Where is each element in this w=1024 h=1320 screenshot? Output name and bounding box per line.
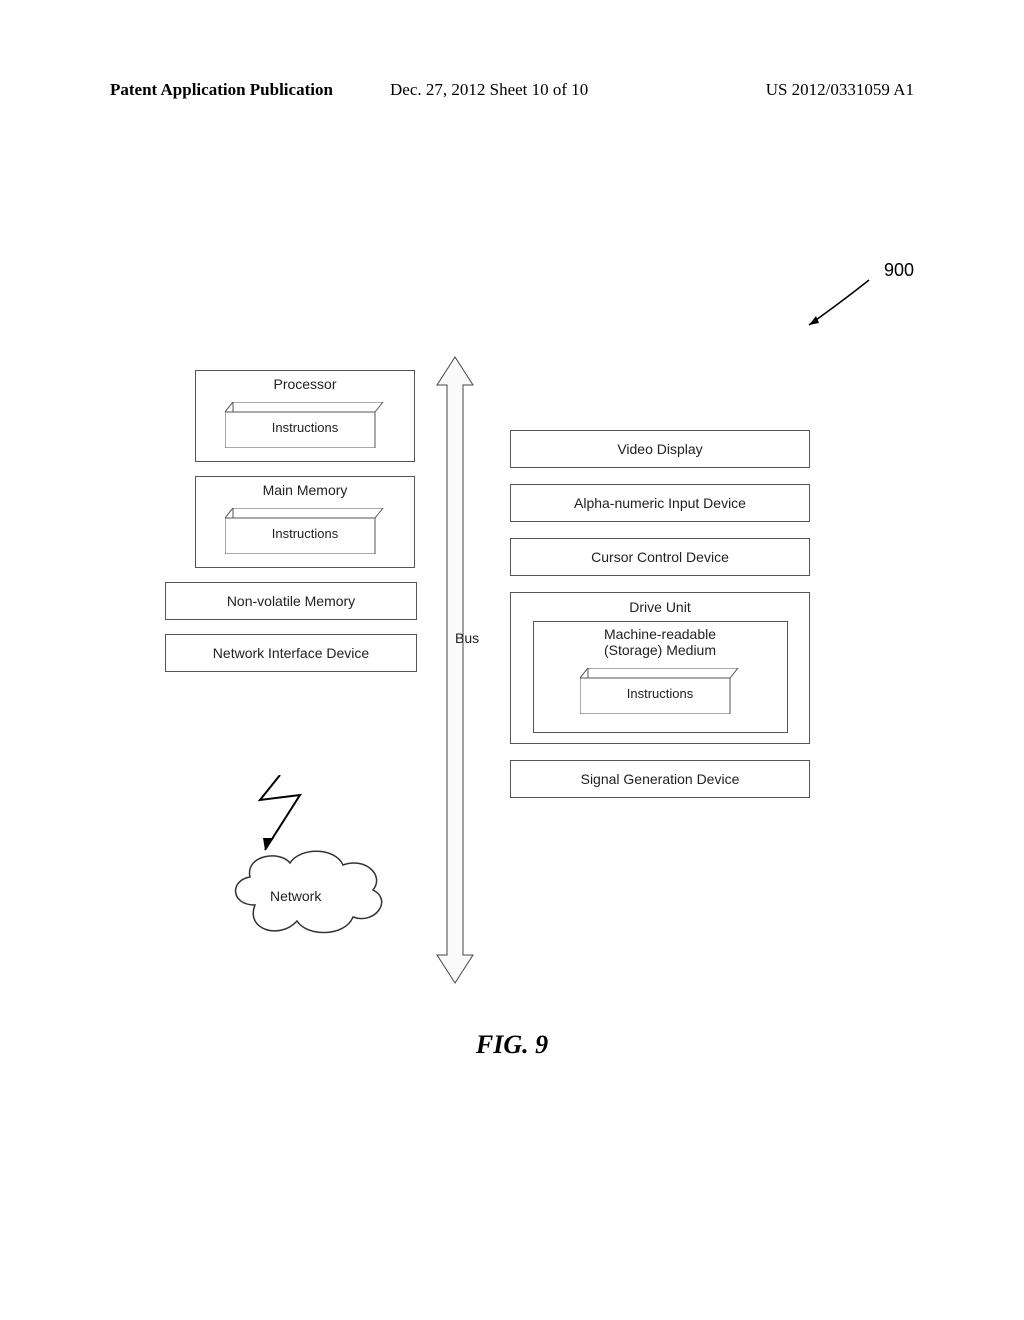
drive-unit-title: Drive Unit [517, 599, 803, 617]
processor-instr-label: Instructions [225, 420, 385, 435]
machine-readable-medium-box: Machine-readable (Storage) Medium Instru… [533, 621, 788, 733]
cursor-control-label: Cursor Control Device [591, 549, 729, 565]
header-left: Patent Application Publication [110, 80, 333, 100]
signal-gen-box: Signal Generation Device [510, 760, 810, 798]
left-column: Processor Instructions Main Memory Instr… [165, 370, 417, 672]
drive-instr-label: Instructions [580, 686, 740, 701]
memory-instructions-block: Instructions [225, 508, 385, 554]
drive-unit-box: Drive Unit Machine-readable (Storage) Me… [510, 592, 810, 744]
header-mid: Dec. 27, 2012 Sheet 10 of 10 [390, 80, 588, 100]
main-memory-title: Main Memory [200, 482, 410, 500]
processor-title: Processor [200, 376, 410, 394]
medium-line2: (Storage) Medium [538, 642, 783, 658]
alpha-input-box: Alpha-numeric Input Device [510, 484, 810, 522]
network-link-icon [205, 775, 325, 855]
figure-diagram: Bus Processor Instructions Main Memory [165, 370, 865, 975]
signal-gen-label: Signal Generation Device [581, 771, 740, 787]
video-display-box: Video Display [510, 430, 810, 468]
network-interface-box: Network Interface Device [165, 634, 417, 672]
alpha-input-label: Alpha-numeric Input Device [574, 495, 746, 511]
reference-leader-icon [794, 275, 874, 335]
network-label: Network [270, 888, 321, 904]
memory-instr-label: Instructions [225, 526, 385, 541]
video-display-label: Video Display [617, 441, 702, 457]
medium-line1: Machine-readable [538, 626, 783, 642]
drive-instructions-block: Instructions [580, 668, 740, 714]
processor-box: Processor Instructions [195, 370, 415, 462]
bus-arrow-icon [425, 355, 485, 985]
nid-label: Network Interface Device [213, 645, 369, 661]
reference-number: 900 [884, 260, 914, 281]
main-memory-box: Main Memory Instructions [195, 476, 415, 568]
processor-instructions-block: Instructions [225, 402, 385, 448]
figure-caption: FIG. 9 [0, 1030, 1024, 1060]
cursor-control-box: Cursor Control Device [510, 538, 810, 576]
header-right: US 2012/0331059 A1 [766, 80, 914, 100]
nv-label: Non-volatile Memory [227, 593, 355, 609]
nonvolatile-memory-box: Non-volatile Memory [165, 582, 417, 620]
bus-label: Bus [455, 630, 479, 646]
right-column: Video Display Alpha-numeric Input Device… [510, 430, 820, 814]
